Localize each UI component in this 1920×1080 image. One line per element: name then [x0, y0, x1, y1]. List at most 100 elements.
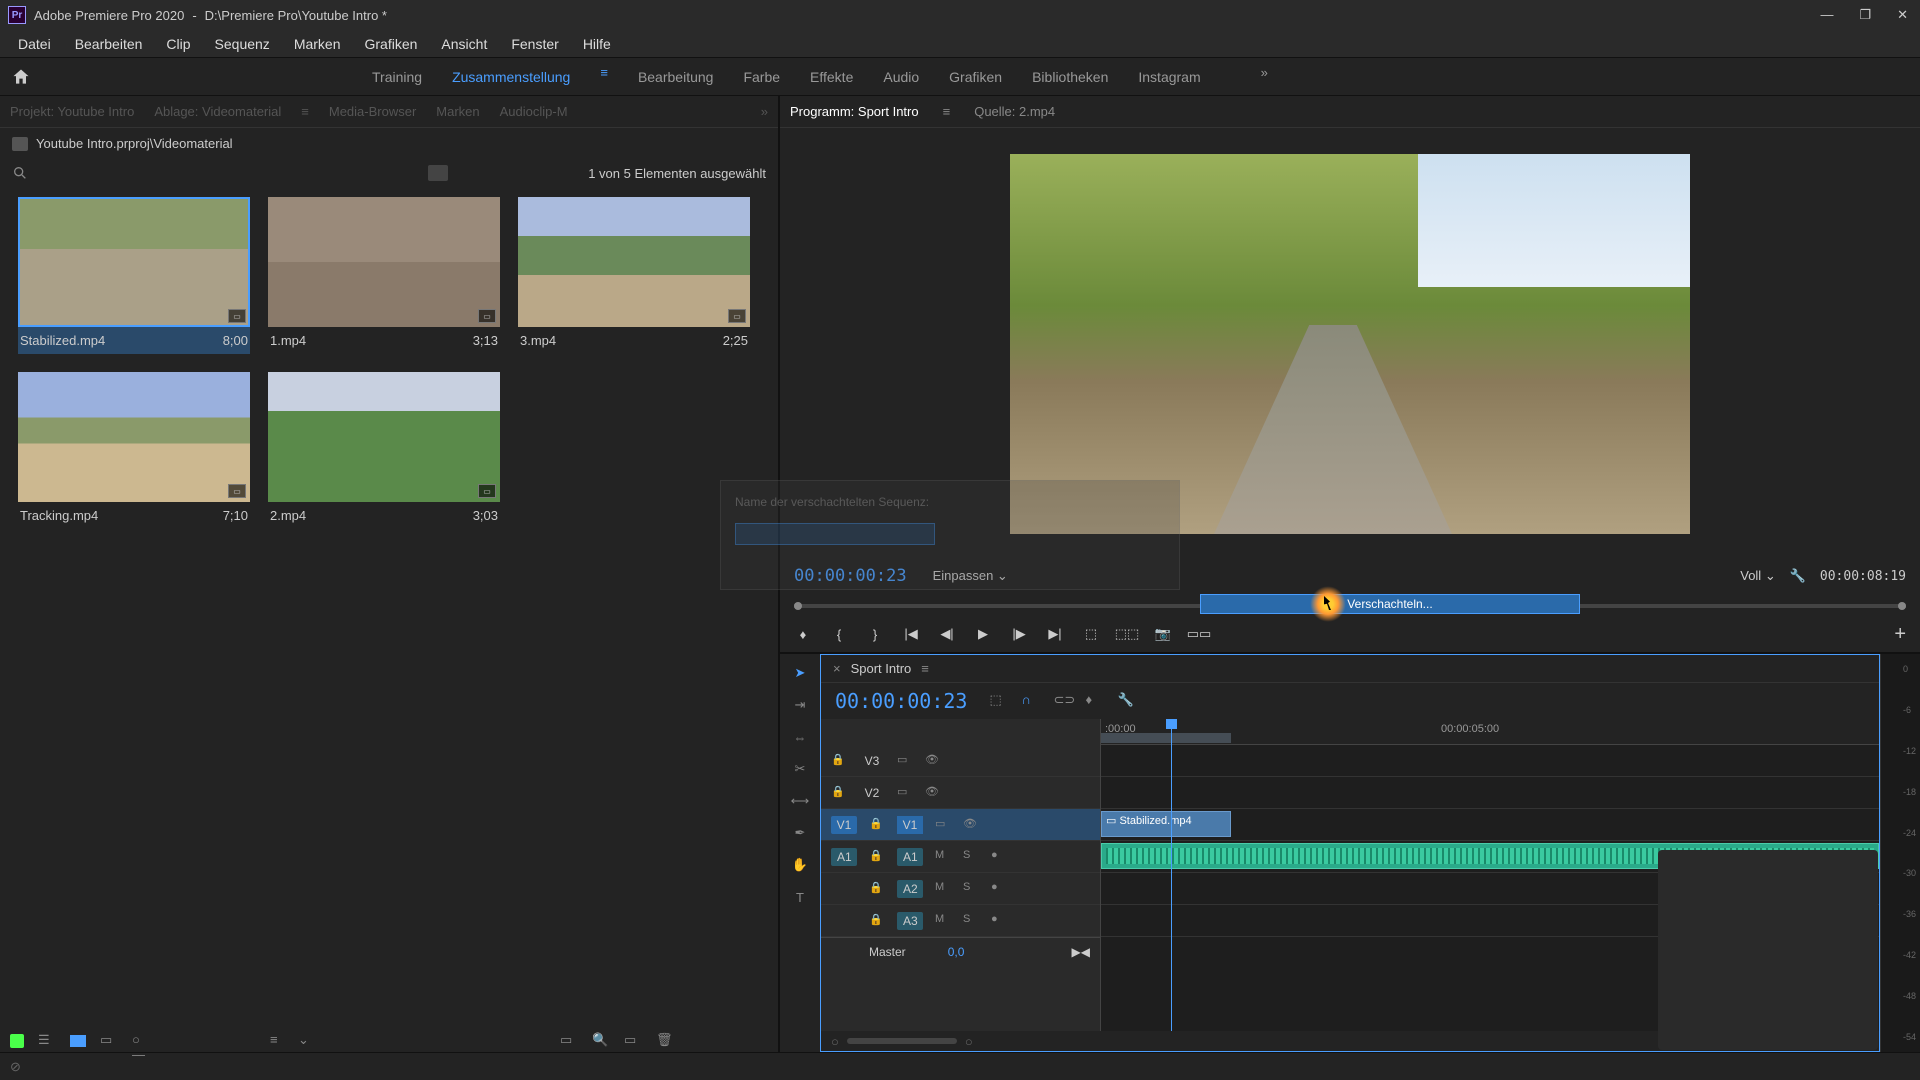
timeline-ruler[interactable]: :00:00 00:00:05:00 [1101, 719, 1879, 745]
maximize-button[interactable]: ❐ [1855, 3, 1875, 27]
track-v1-header[interactable]: V1🔒V1▭👁 [821, 809, 1100, 841]
lock-icon[interactable]: 🔒 [869, 913, 885, 929]
source-a1[interactable]: A1 [831, 848, 857, 866]
mark-out-button[interactable]: } [866, 625, 884, 643]
clip-tracking[interactable]: ▭ Tracking.mp47;10 [18, 372, 250, 529]
minimize-button[interactable]: — [1816, 3, 1837, 27]
lock-icon[interactable]: 🔒 [869, 849, 885, 865]
menu-fenster[interactable]: Fenster [499, 32, 570, 56]
sort-dropdown-icon[interactable]: ⌄ [298, 1032, 316, 1050]
tab-media-browser[interactable]: Media-Browser [329, 104, 416, 119]
eye-icon[interactable]: 👁 [925, 785, 941, 801]
zoom-out-handle[interactable]: ○ [831, 1034, 839, 1049]
ws-grafiken[interactable]: Grafiken [949, 65, 1002, 89]
tab-marken[interactable]: Marken [436, 104, 479, 119]
ws-bibliotheken[interactable]: Bibliotheken [1032, 65, 1108, 89]
solo-icon[interactable]: S [963, 913, 979, 929]
snap-icon[interactable]: ∩ [1021, 692, 1039, 710]
lock-icon[interactable]: 🔒 [869, 817, 885, 833]
track-select-tool[interactable]: ⇥ [789, 694, 811, 716]
record-icon[interactable]: ● [991, 881, 1007, 897]
lock-icon[interactable]: 🔒 [869, 881, 885, 897]
zoom-in-handle[interactable]: ○ [965, 1034, 973, 1049]
timeline-close-icon[interactable]: × [833, 661, 841, 676]
menu-bearbeiten[interactable]: Bearbeiten [63, 32, 155, 56]
settings-icon[interactable]: 🔧 [1790, 568, 1806, 584]
close-button[interactable]: ✕ [1893, 3, 1912, 27]
eye-icon[interactable]: 👁 [963, 817, 979, 833]
master-value[interactable]: 0,0 [948, 945, 965, 959]
in-out-range[interactable] [1101, 733, 1231, 743]
tab-quelle[interactable]: Quelle: 2.mp4 [974, 104, 1055, 119]
track-a1-header[interactable]: A1🔒A1MS● [821, 841, 1100, 873]
mute-icon[interactable]: M [935, 881, 951, 897]
ws-zusammenstellung[interactable]: Zusammenstellung [452, 65, 570, 89]
tab-menu-icon[interactable]: ≡ [301, 104, 309, 119]
playhead[interactable] [1171, 719, 1172, 1031]
clip-stabilized[interactable]: ▭ Stabilized.mp48;00 [18, 197, 250, 354]
master-track-header[interactable]: Master0,0▶◀ [821, 937, 1100, 965]
search-icon[interactable] [12, 165, 28, 181]
record-icon[interactable]: ● [991, 849, 1007, 865]
slip-tool[interactable]: ⟷ [789, 790, 811, 812]
bin-icon[interactable] [12, 137, 28, 151]
mute-icon[interactable]: M [935, 913, 951, 929]
track-v3[interactable] [1101, 745, 1879, 777]
find-icon[interactable]: 🔍 [592, 1032, 610, 1050]
sort-icon[interactable]: ≡ [270, 1032, 288, 1050]
track-v3-header[interactable]: 🔒V3▭👁 [821, 745, 1100, 777]
timeline-clip-stabilized[interactable]: ▭ Stabilized.mp4 [1101, 811, 1231, 837]
ws-overflow-icon[interactable]: » [1261, 65, 1268, 89]
nest-toggle-icon[interactable]: ⬚ [989, 692, 1007, 710]
tab-audioclip[interactable]: Audioclip-M [500, 104, 568, 119]
lift-button[interactable]: ⬚ [1082, 625, 1100, 643]
settings-icon[interactable]: 🔧 [1117, 692, 1135, 710]
menu-grafiken[interactable]: Grafiken [353, 32, 430, 56]
collapse-icon[interactable]: ▶◀ [1072, 945, 1090, 959]
toggle-output-icon[interactable]: ▭ [935, 817, 951, 833]
scrub-start[interactable] [794, 602, 802, 610]
menu-sequenz[interactable]: Sequenz [203, 32, 282, 56]
mark-in-button[interactable]: { [830, 625, 848, 643]
clip-2[interactable]: ▭ 2.mp43;03 [268, 372, 500, 529]
ws-farbe[interactable]: Farbe [743, 65, 780, 89]
tab-ablage[interactable]: Ablage: Videomaterial [154, 104, 281, 119]
solo-icon[interactable]: S [963, 849, 979, 865]
add-marker-button[interactable]: ♦ [794, 625, 812, 643]
new-bin-icon[interactable]: ▭ [560, 1032, 578, 1050]
ws-instagram[interactable]: Instagram [1138, 65, 1200, 89]
icon-view-btn[interactable] [70, 1035, 86, 1047]
clip-1[interactable]: ▭ 1.mp43;13 [268, 197, 500, 354]
step-back-button[interactable]: ◀| [938, 625, 956, 643]
source-v1[interactable]: V1 [831, 816, 857, 834]
go-to-out-button[interactable]: ▶| [1046, 625, 1064, 643]
toggle-output-icon[interactable]: ▭ [897, 753, 913, 769]
play-button[interactable]: ▶ [974, 625, 992, 643]
timeline-menu-icon[interactable]: ≡ [921, 661, 929, 676]
comparison-button[interactable]: ▭▭ [1190, 625, 1208, 643]
tab-programm[interactable]: Programm: Sport Intro [790, 104, 919, 119]
menu-clip[interactable]: Clip [154, 32, 202, 56]
track-v2[interactable] [1101, 777, 1879, 809]
ripple-edit-tool[interactable]: ⇔ [789, 726, 811, 748]
ws-menu-icon[interactable]: ≡ [600, 65, 608, 89]
record-icon[interactable]: ● [991, 913, 1007, 929]
extract-button[interactable]: ⬚⬚ [1118, 625, 1136, 643]
marker-icon[interactable]: ♦ [1085, 692, 1103, 710]
lock-icon[interactable]: 🔒 [831, 753, 847, 769]
program-menu-icon[interactable]: ≡ [943, 104, 951, 119]
selection-tool[interactable]: ➤ [789, 662, 811, 684]
zoom-slider[interactable]: ○— [132, 1032, 150, 1050]
pen-tool[interactable]: ✒ [789, 822, 811, 844]
record-icon[interactable] [10, 1034, 24, 1048]
clear-icon[interactable]: 🗑 [656, 1032, 674, 1050]
timeline-timecode[interactable]: 00:00:00:23 [835, 689, 967, 713]
program-scrubber[interactable]: Verschachteln... [780, 592, 1920, 616]
mute-icon[interactable]: M [935, 849, 951, 865]
lock-icon[interactable]: 🔒 [831, 785, 847, 801]
home-icon[interactable] [10, 67, 32, 87]
freeform-view-btn[interactable]: ▭ [100, 1032, 118, 1050]
menu-marken[interactable]: Marken [282, 32, 353, 56]
go-to-in-button[interactable]: |◀ [902, 625, 920, 643]
audio-meters[interactable]: 0-6-12-18-24-30-36-42-48-54 [1880, 654, 1920, 1052]
